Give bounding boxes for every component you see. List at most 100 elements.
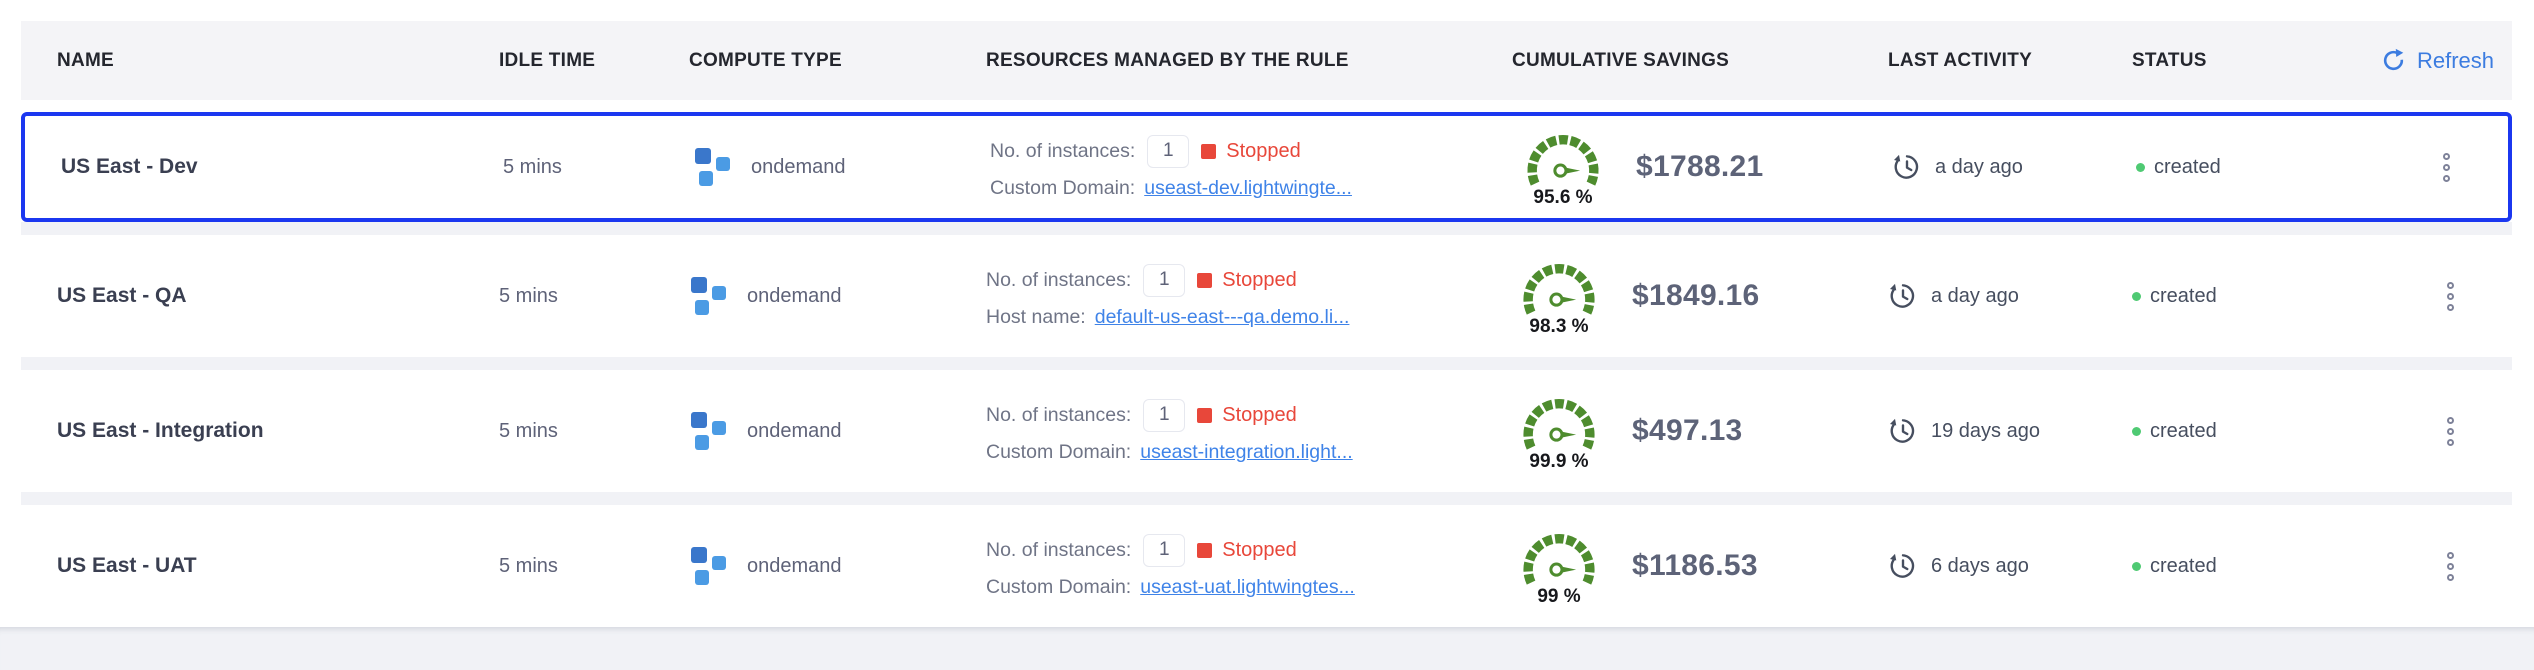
row-kebab-menu-button[interactable] [2437, 546, 2464, 587]
column-header-compute-type: COMPUTE TYPE [689, 50, 986, 72]
kebab-dot [2447, 428, 2454, 435]
kebab-dot [2447, 439, 2454, 446]
compute-type-value: ondemand [747, 420, 842, 443]
header-body-gap [21, 100, 2512, 112]
rule-name: US East - Dev [61, 155, 503, 179]
kebab-dot [2447, 293, 2454, 300]
status-cell: created [2132, 285, 2362, 308]
savings-percent: 99 % [1537, 586, 1580, 608]
table-body: US East - Dev 5 mins ondemand No. of ins… [21, 112, 2512, 627]
kebab-dot [2447, 552, 2454, 559]
instance-state: Stopped [1201, 140, 1301, 163]
savings-amount: $1186.53 [1632, 549, 1758, 583]
idle-time-value: 5 mins [499, 285, 689, 308]
compute-type-value: ondemand [747, 555, 842, 578]
kebab-dot [2447, 574, 2454, 581]
instances-count-box: 1 [1143, 264, 1185, 297]
instances-count-box: 1 [1147, 135, 1189, 168]
kebab-dot [2447, 304, 2454, 311]
status-value: created [2150, 420, 2217, 443]
refresh-button[interactable]: Refresh [2381, 48, 2494, 74]
status-green-dot-icon [2132, 292, 2141, 301]
compute-cluster-icon [689, 275, 731, 317]
last-activity-cell: 6 days ago [1888, 551, 2132, 581]
table-row[interactable]: US East - Integration 5 mins ondemand No… [21, 370, 2512, 492]
resource-link[interactable]: default-us-east---qa.demo.li... [1095, 306, 1350, 329]
refresh-icon [2381, 48, 2406, 73]
instance-state: Stopped [1197, 269, 1297, 292]
status-green-dot-icon [2132, 562, 2141, 571]
kebab-dot [2447, 282, 2454, 289]
refresh-label: Refresh [2417, 48, 2494, 74]
instance-state: Stopped [1197, 404, 1297, 427]
resources-cell: No. of instances: 1 Stopped Custom Domai… [986, 534, 1512, 599]
last-activity-value: 19 days ago [1931, 420, 2040, 443]
history-clock-icon [1888, 281, 1918, 311]
history-clock-icon [1888, 551, 1918, 581]
status-value: created [2154, 156, 2221, 179]
resource-label: Custom Domain: [986, 576, 1131, 599]
rules-table-page: NAME IDLE TIME COMPUTE TYPE RESOURCES MA… [0, 0, 2534, 670]
resource-link[interactable]: useast-integration.light... [1140, 441, 1352, 464]
status-green-dot-icon [2132, 427, 2141, 436]
rule-name: US East - UAT [57, 554, 499, 578]
row-kebab-menu-button[interactable] [2437, 276, 2464, 317]
status-cell: created [2132, 420, 2362, 443]
instances-count-box: 1 [1143, 534, 1185, 567]
stopped-square-icon [1201, 144, 1216, 159]
row-kebab-menu-button[interactable] [2433, 147, 2460, 188]
last-activity-value: 6 days ago [1931, 555, 2029, 578]
compute-type-value: ondemand [747, 285, 842, 308]
column-header-status: STATUS [2132, 50, 2362, 72]
kebab-dot [2443, 175, 2450, 182]
idle-time-value: 5 mins [499, 420, 689, 443]
instance-state-label: Stopped [1222, 404, 1297, 427]
idle-time-value: 5 mins [499, 555, 689, 578]
savings-gauge-icon [1515, 255, 1603, 315]
idle-time-value: 5 mins [503, 156, 693, 179]
history-clock-icon [1888, 416, 1918, 446]
stopped-square-icon [1197, 543, 1212, 558]
table-row[interactable]: US East - QA 5 mins ondemand No. of inst… [21, 235, 2512, 357]
stopped-square-icon [1197, 273, 1212, 288]
row-gap [21, 357, 2512, 370]
savings-percent: 95.6 % [1533, 187, 1592, 209]
instances-count-box: 1 [1143, 399, 1185, 432]
bottom-section-strip [0, 627, 2534, 670]
compute-cluster-icon [693, 146, 735, 188]
row-gap [21, 492, 2512, 505]
compute-type-cell: ondemand [689, 545, 986, 587]
resources-cell: No. of instances: 1 Stopped Custom Domai… [986, 399, 1512, 464]
rule-name: US East - Integration [57, 419, 499, 443]
table-row[interactable]: US East - UAT 5 mins ondemand No. of ins… [21, 505, 2512, 627]
header-actions: Refresh [2362, 48, 2512, 74]
status-green-dot-icon [2136, 163, 2145, 172]
savings-amount: $497.13 [1632, 414, 1743, 448]
resources-cell: No. of instances: 1 Stopped Custom Domai… [990, 135, 1516, 200]
resource-link[interactable]: useast-dev.lightwingte... [1144, 177, 1352, 200]
last-activity-cell: a day ago [1888, 281, 2132, 311]
compute-type-cell: ondemand [689, 275, 986, 317]
kebab-dot [2443, 153, 2450, 160]
savings-amount: $1788.21 [1636, 150, 1764, 184]
column-header-resources: RESOURCES MANAGED BY THE RULE [986, 50, 1512, 72]
resource-label: Custom Domain: [990, 177, 1135, 200]
row-kebab-menu-button[interactable] [2437, 411, 2464, 452]
instance-state-label: Stopped [1222, 269, 1297, 292]
last-activity-value: a day ago [1931, 285, 2019, 308]
savings-percent: 98.3 % [1529, 316, 1588, 338]
column-header-idle-time: IDLE TIME [499, 50, 689, 72]
stopped-square-icon [1197, 408, 1212, 423]
kebab-dot [2443, 164, 2450, 171]
table-header: NAME IDLE TIME COMPUTE TYPE RESOURCES MA… [21, 21, 2512, 100]
last-activity-value: a day ago [1935, 156, 2023, 179]
row-gap [21, 222, 2512, 235]
resource-link[interactable]: useast-uat.lightwingtes... [1140, 576, 1355, 599]
table-row[interactable]: US East - Dev 5 mins ondemand No. of ins… [21, 112, 2512, 222]
last-activity-cell: 19 days ago [1888, 416, 2132, 446]
savings-percent: 99.9 % [1529, 451, 1588, 473]
column-header-last-activity: LAST ACTIVITY [1888, 50, 2132, 72]
kebab-dot [2447, 563, 2454, 570]
rule-name: US East - QA [57, 284, 499, 308]
instance-state-label: Stopped [1226, 140, 1301, 163]
